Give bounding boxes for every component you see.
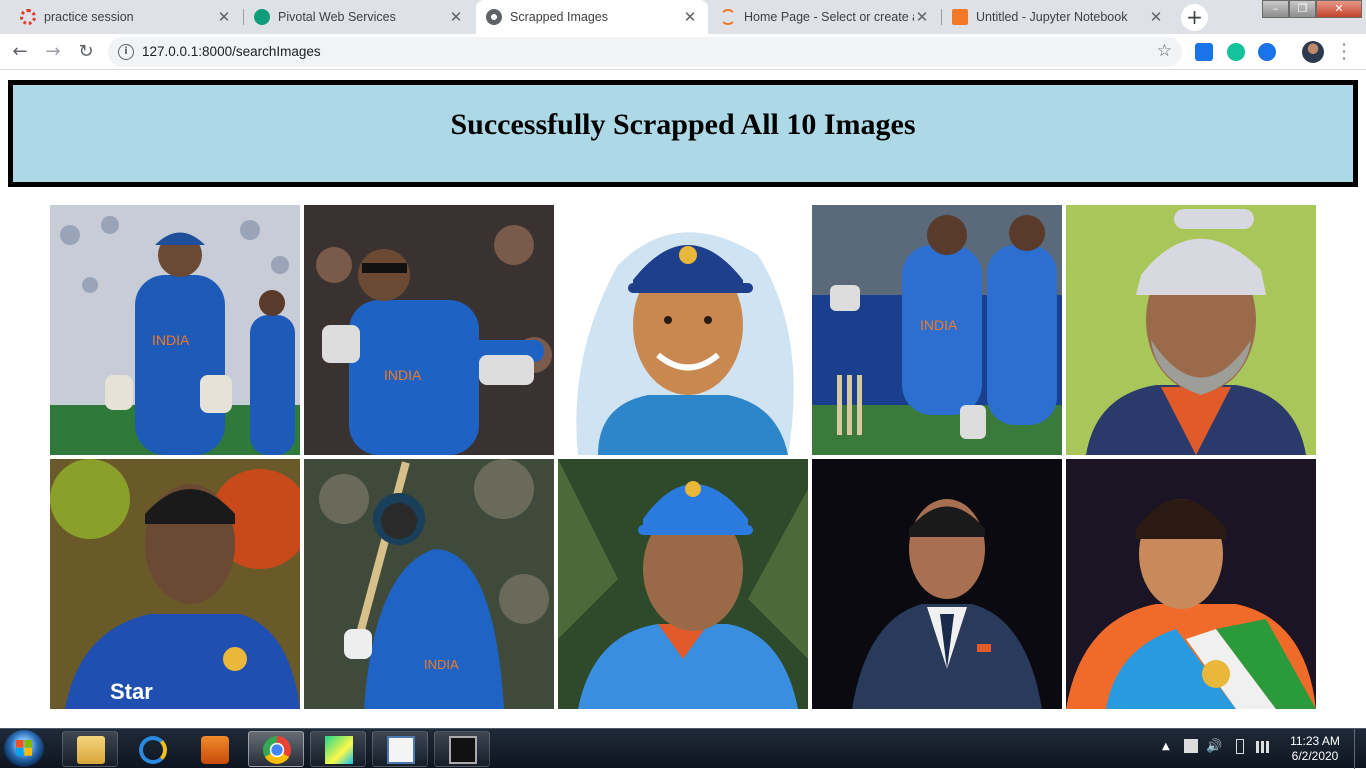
tab-title: Untitled - Jupyter Notebook bbox=[976, 10, 1128, 24]
scraped-image-7: INDIA bbox=[304, 459, 554, 709]
svg-text:INDIA: INDIA bbox=[384, 367, 422, 383]
url-text[interactable]: 127.0.0.1:8000/searchImages bbox=[142, 44, 321, 59]
taskbar-notepad[interactable] bbox=[372, 731, 428, 767]
windows-taskbar: ▲ 🔊 11:23 AM 6/2/2020 bbox=[0, 728, 1366, 769]
scraped-image-8 bbox=[558, 459, 808, 709]
browser-toolbar: ← → ↻ i 127.0.0.1:8000/searchImages ☆ · ·… bbox=[0, 34, 1366, 70]
maximize-button[interactable]: ❐ bbox=[1289, 0, 1316, 18]
tab-title: Pivotal Web Services bbox=[278, 10, 396, 24]
taskbar-internet-explorer[interactable] bbox=[124, 731, 180, 767]
extension-icon[interactable] bbox=[1258, 43, 1276, 61]
show-hidden-icons[interactable]: ▲ bbox=[1162, 741, 1170, 752]
taskbar-pycharm[interactable] bbox=[310, 731, 366, 767]
info-icon[interactable]: i bbox=[118, 44, 134, 60]
scraped-image-1: INDIA bbox=[50, 205, 300, 455]
back-arrow-icon[interactable]: ← bbox=[8, 40, 32, 64]
scraped-image-6: Star bbox=[50, 459, 300, 709]
translate-extension-icon[interactable] bbox=[1195, 43, 1213, 61]
media-player-icon bbox=[201, 736, 229, 764]
internet-explorer-icon bbox=[139, 736, 167, 764]
taskbar-chrome[interactable] bbox=[248, 731, 304, 767]
jupyter-icon bbox=[720, 9, 736, 25]
window-close-button[interactable]: ✕ bbox=[1316, 0, 1362, 18]
menu-dots-icon[interactable]: · · · bbox=[1338, 37, 1350, 67]
globe-icon bbox=[486, 9, 502, 25]
forward-arrow-icon[interactable]: → bbox=[41, 40, 65, 64]
scraped-image-3 bbox=[558, 205, 808, 455]
taskbar-media-player[interactable] bbox=[186, 731, 242, 767]
grammarly-extension-icon[interactable] bbox=[1227, 43, 1245, 61]
page-content: Successfully Scrapped All 10 Images INDI… bbox=[0, 70, 1366, 728]
new-tab-button[interactable]: + bbox=[1181, 4, 1208, 31]
svg-text:INDIA: INDIA bbox=[920, 317, 958, 333]
svg-text:Star: Star bbox=[110, 679, 153, 704]
close-icon[interactable]: ✕ bbox=[448, 8, 464, 26]
notebook-icon bbox=[952, 9, 968, 25]
profile-avatar[interactable] bbox=[1302, 41, 1324, 63]
notepad-window-icon bbox=[387, 736, 415, 764]
tab-practice-session[interactable]: practice session ✕ bbox=[10, 0, 242, 34]
taskbar-command-prompt[interactable] bbox=[434, 731, 490, 767]
clock-time: 11:23 AM bbox=[1290, 734, 1340, 748]
taskbar-clock[interactable]: 11:23 AM 6/2/2020 bbox=[1282, 734, 1348, 764]
tab-title: Home Page - Select or create a bbox=[744, 10, 914, 24]
tab-scrapped-images[interactable]: Scrapped Images ✕ bbox=[476, 0, 708, 34]
show-desktop-button[interactable] bbox=[1354, 729, 1366, 769]
heading-banner: Successfully Scrapped All 10 Images bbox=[8, 80, 1358, 187]
chrome-icon bbox=[263, 736, 291, 764]
taskbar-explorer[interactable] bbox=[62, 731, 118, 767]
pycharm-icon bbox=[325, 736, 353, 764]
bookmark-star-icon[interactable]: ☆ bbox=[1157, 41, 1172, 61]
svg-text:INDIA: INDIA bbox=[424, 657, 459, 672]
minimize-button[interactable]: – bbox=[1262, 0, 1289, 18]
window-controls: – ❐ ✕ bbox=[1262, 0, 1362, 18]
scraped-image-4: INDIA bbox=[812, 205, 1062, 455]
explorer-icon bbox=[77, 736, 105, 764]
tab-title: Scrapped Images bbox=[510, 10, 608, 24]
windows-logo-icon bbox=[16, 740, 32, 756]
battery-icon[interactable] bbox=[1236, 739, 1244, 754]
command-prompt-icon bbox=[449, 736, 477, 764]
close-icon[interactable]: ✕ bbox=[1148, 8, 1164, 26]
browser-tab-strip: practice session ✕ Pivotal Web Services … bbox=[0, 0, 1366, 34]
image-grid: INDIA INDIA INDIA Star INDIA bbox=[50, 205, 1316, 709]
red-circle-icon bbox=[20, 9, 36, 25]
tab-pivotal-web-services[interactable]: Pivotal Web Services ✕ bbox=[244, 0, 474, 34]
tab-home-page[interactable]: Home Page - Select or create a ✕ bbox=[710, 0, 940, 34]
close-icon[interactable]: ✕ bbox=[682, 8, 698, 26]
volume-icon[interactable]: 🔊 bbox=[1206, 739, 1222, 754]
reload-icon[interactable]: ↻ bbox=[74, 40, 98, 64]
action-center-flag-icon[interactable] bbox=[1184, 739, 1198, 753]
tab-untitled-jupyter[interactable]: Untitled - Jupyter Notebook ✕ bbox=[942, 0, 1174, 34]
scraped-image-5 bbox=[1066, 205, 1316, 455]
svg-text:INDIA: INDIA bbox=[152, 332, 190, 348]
pivotal-icon bbox=[254, 9, 270, 25]
close-icon[interactable]: ✕ bbox=[216, 8, 232, 26]
scraped-image-10 bbox=[1066, 459, 1316, 709]
address-bar[interactable]: i 127.0.0.1:8000/searchImages ☆ bbox=[108, 37, 1182, 67]
scraped-image-9 bbox=[812, 459, 1062, 709]
clock-date: 6/2/2020 bbox=[1291, 749, 1339, 763]
page-title: Successfully Scrapped All 10 Images bbox=[450, 107, 916, 141]
scraped-image-2: INDIA bbox=[304, 205, 554, 455]
network-signal-icon[interactable] bbox=[1256, 741, 1272, 753]
start-button[interactable] bbox=[4, 730, 44, 768]
close-icon[interactable]: ✕ bbox=[914, 8, 930, 26]
tab-title: practice session bbox=[44, 10, 134, 24]
